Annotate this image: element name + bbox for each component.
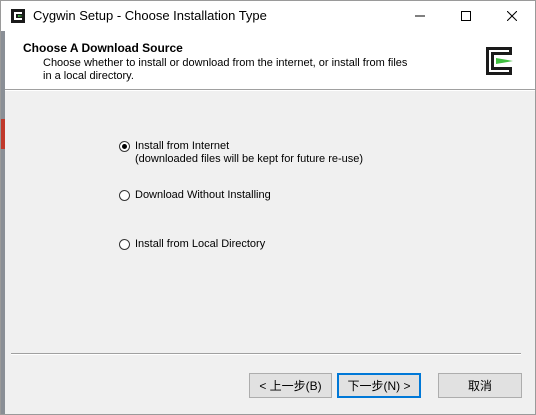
cygwin-logo-icon (486, 47, 513, 75)
footer-separator (11, 353, 521, 355)
option-install-from-local-directory[interactable]: Install from Local Directory (119, 238, 265, 251)
header-description: Choose whether to install or download fr… (43, 57, 408, 82)
title-bar: Cygwin Setup - Choose Installation Type (1, 1, 535, 31)
close-icon (507, 11, 517, 21)
cygwin-app-icon (11, 9, 25, 23)
setup-window: Cygwin Setup - Choose Installation Type … (0, 0, 536, 415)
cancel-button[interactable]: 取消 (438, 373, 522, 398)
window-title: Cygwin Setup - Choose Installation Type (33, 8, 267, 23)
close-button[interactable] (489, 1, 535, 31)
wizard-header: Choose A Download Source Choose whether … (5, 31, 535, 89)
back-button[interactable]: < 上一步(B) (249, 373, 332, 398)
next-button[interactable]: 下一步(N) > (337, 373, 421, 398)
option-download-without-installing[interactable]: Download Without Installing (119, 189, 271, 202)
radio-download-without-installing[interactable] (119, 190, 130, 201)
header-separator (5, 89, 535, 91)
option-sublabel: (downloaded files will be kept for futur… (135, 153, 364, 165)
option-label: Install from Internet (135, 140, 230, 152)
option-label: Install from Local Directory (135, 238, 266, 250)
radio-install-from-local-directory[interactable] (119, 239, 130, 250)
option-label: Download Without Installing (135, 189, 271, 201)
maximize-icon (461, 11, 471, 21)
header-title: Choose A Download Source (23, 41, 183, 55)
minimize-button[interactable] (397, 1, 443, 31)
minimize-icon (415, 15, 425, 17)
radio-install-from-internet[interactable] (119, 141, 130, 152)
option-install-from-internet[interactable]: Install from Internet (downloaded files … (119, 140, 363, 166)
maximize-button[interactable] (443, 1, 489, 31)
